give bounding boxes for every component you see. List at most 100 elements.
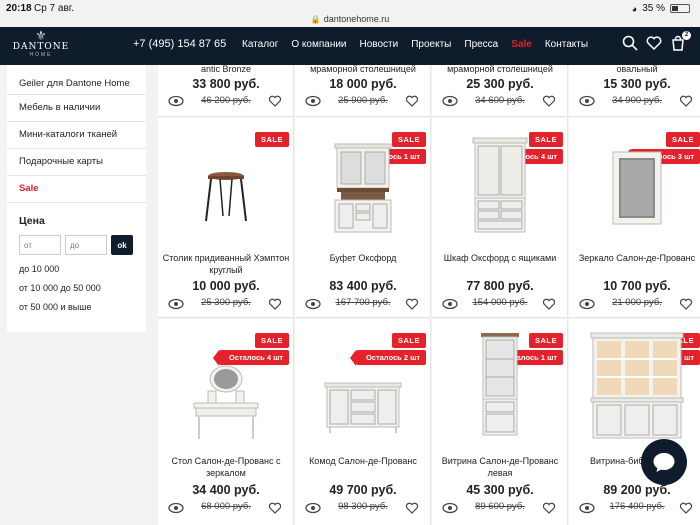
- product-name[interactable]: Комод Салон-де-Прованс: [299, 455, 427, 467]
- product-card[interactable]: мраморной столешницей 25 300 руб. 34 600…: [432, 65, 568, 117]
- product-image[interactable]: [432, 136, 567, 236]
- product-card[interactable]: SALE Столик придиванный Хэмптон круглый …: [158, 118, 294, 318]
- heart-icon[interactable]: [404, 95, 420, 107]
- heart-icon[interactable]: [678, 298, 694, 310]
- wifi-icon: ◕: [631, 3, 638, 14]
- product-image[interactable]: [432, 331, 567, 439]
- header-actions: 2: [622, 31, 691, 51]
- sidebar-item-gift-cards[interactable]: Подарочные карты: [7, 149, 146, 176]
- heart-icon[interactable]: [404, 502, 420, 514]
- eye-icon[interactable]: [305, 95, 321, 107]
- eye-icon[interactable]: [442, 95, 458, 107]
- product-name[interactable]: Витрина Салон-де-Прованс левая: [436, 455, 564, 479]
- catalog-sidebar: Geiler для Dantone Home Мебель в наличии…: [7, 65, 146, 332]
- price-from-input[interactable]: [19, 235, 61, 255]
- address-bar[interactable]: 🔒 dantonehome.ru: [0, 14, 700, 24]
- product-card[interactable]: SALE Осталось 1 шт Витрина-биб Оксфорд 8…: [569, 319, 700, 525]
- sidebar-item-sale[interactable]: Sale: [7, 176, 146, 203]
- nav-contacts[interactable]: Контакты: [545, 39, 588, 50]
- product-price: 77 800 руб.: [466, 279, 534, 293]
- eye-icon[interactable]: [305, 298, 321, 310]
- price-range-10000-50000[interactable]: от 10 000 до 50 000: [19, 283, 146, 293]
- heart-icon[interactable]: [541, 95, 557, 107]
- phone-link[interactable]: +7 (495) 154 87 65: [133, 38, 226, 50]
- product-card[interactable]: SALE Осталось 3 шт Зеркало Салон-де-Пров…: [569, 118, 700, 318]
- heart-icon[interactable]: [541, 298, 557, 310]
- product-image[interactable]: [295, 379, 430, 435]
- product-name: мраморной столешницей: [310, 65, 416, 74]
- product-image[interactable]: [158, 365, 293, 441]
- nav-sale[interactable]: Sale: [511, 39, 532, 50]
- eye-icon[interactable]: [168, 502, 184, 514]
- price-filter-title: Цена: [19, 215, 45, 227]
- brand-sub: HOME: [29, 52, 53, 58]
- product-price: 15 300 руб.: [603, 77, 671, 91]
- product-image[interactable]: [569, 148, 700, 228]
- heart-icon[interactable]: [541, 502, 557, 514]
- sale-badge: SALE: [391, 333, 426, 348]
- eye-icon[interactable]: [579, 298, 595, 310]
- chat-button[interactable]: [641, 439, 687, 485]
- product-price: 49 700 руб.: [329, 483, 397, 497]
- heart-icon[interactable]: [678, 502, 694, 514]
- heart-icon[interactable]: [267, 298, 283, 310]
- product-card[interactable]: antic Bronze 33 800 руб. 46 200 руб.: [158, 65, 294, 117]
- price-ok-button[interactable]: ok: [111, 235, 133, 255]
- heart-icon[interactable]: [267, 502, 283, 514]
- eye-icon[interactable]: [168, 95, 184, 107]
- eye-icon[interactable]: [579, 502, 595, 514]
- product-card[interactable]: SALE Осталось 4 шт Шкаф Оксфорд с ящикам…: [432, 118, 568, 318]
- product-grid: antic Bronze 33 800 руб. 46 200 руб. мра…: [158, 65, 700, 525]
- product-price: 83 400 руб.: [329, 279, 397, 293]
- eye-icon[interactable]: [579, 95, 595, 107]
- product-name[interactable]: Шкаф Оксфорд с ящиками: [436, 252, 564, 264]
- sidebar-item-geiler[interactable]: Geiler для Dantone Home: [7, 65, 146, 95]
- vanity-table-image: [193, 365, 259, 439]
- product-name[interactable]: Зеркало Салон-де-Прованс: [573, 252, 700, 264]
- product-name[interactable]: Стол Салон-де-Прованс с зеркалом: [162, 455, 290, 479]
- price-range-under-10000[interactable]: до 10 000: [19, 264, 146, 274]
- product-name[interactable]: Буфет Оксфорд: [299, 252, 427, 264]
- nav-about[interactable]: О компании: [291, 39, 346, 50]
- product-name[interactable]: Столик придиванный Хэмптон круглый: [162, 252, 290, 276]
- heart-icon[interactable]: [404, 298, 420, 310]
- heart-icon[interactable]: [267, 95, 283, 107]
- price-filter-inputs: ok: [19, 235, 146, 255]
- product-image[interactable]: [158, 166, 293, 226]
- nav-news[interactable]: Новости: [360, 39, 399, 50]
- nav-press[interactable]: Пресса: [464, 39, 498, 50]
- search-icon[interactable]: [622, 35, 638, 51]
- product-card[interactable]: SALE Осталось 2 шт Комод Салон-де-Прован…: [295, 319, 431, 525]
- sidebar-item-in-stock[interactable]: Мебель в наличии: [7, 95, 146, 122]
- product-card[interactable]: мраморной столешницей 18 000 руб. 25 900…: [295, 65, 431, 117]
- site-header: ⚜ DANTONE HOME +7 (495) 154 87 65 Катало…: [0, 27, 700, 65]
- price-to-input[interactable]: [65, 235, 107, 255]
- product-card[interactable]: SALE Осталось 4 шт Стол Салон-де-Прованс…: [158, 319, 294, 525]
- mirror-image: [612, 151, 662, 225]
- battery-icon: [670, 4, 690, 13]
- logo[interactable]: ⚜ DANTONE HOME: [10, 29, 72, 63]
- eye-icon[interactable]: [442, 298, 458, 310]
- product-image[interactable]: [295, 140, 430, 236]
- product-image[interactable]: [569, 331, 700, 441]
- cabinet-image: [472, 137, 528, 233]
- heart-icon[interactable]: [678, 95, 694, 107]
- product-price: 25 300 руб.: [466, 77, 534, 91]
- eye-icon[interactable]: [305, 502, 321, 514]
- cart-button[interactable]: 2: [670, 31, 691, 51]
- product-card[interactable]: SALE Осталось 1 шт Витрина Салон-де-Пров…: [432, 319, 568, 525]
- product-price: 89 200 руб.: [603, 483, 671, 497]
- side-table-image: [205, 172, 247, 222]
- chest-of-drawers-image: [324, 382, 402, 433]
- eye-icon[interactable]: [442, 502, 458, 514]
- nav-catalog[interactable]: Каталог: [242, 39, 278, 50]
- heart-icon[interactable]: [646, 35, 662, 51]
- eye-icon[interactable]: [168, 298, 184, 310]
- product-card[interactable]: SALE Осталось 1 шт Буфет Оксфорд 83 400 …: [295, 118, 431, 318]
- stock-left-badge: Осталось 4 шт: [212, 350, 289, 366]
- nav-projects[interactable]: Проекты: [411, 39, 451, 50]
- product-card[interactable]: овальный 15 300 руб. 34 900 руб.: [569, 65, 700, 117]
- sidebar-item-fabric-catalogs[interactable]: Мини-каталоги тканей: [7, 122, 146, 149]
- sale-badge: SALE: [254, 333, 289, 348]
- price-range-over-50000[interactable]: от 50 000 и выше: [19, 302, 146, 312]
